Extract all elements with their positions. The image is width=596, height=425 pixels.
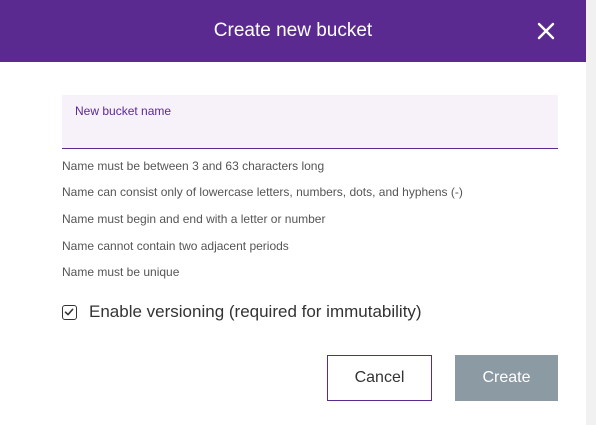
dialog-header: Create new bucket — [0, 0, 586, 62]
backdrop — [586, 0, 596, 425]
close-icon — [537, 22, 555, 40]
close-button[interactable] — [532, 17, 560, 45]
create-button[interactable]: Create — [455, 355, 558, 401]
checkmark-icon — [64, 308, 74, 315]
rule-unique: Name must be unique — [62, 265, 180, 279]
rule-length: Name must be between 3 and 63 characters… — [62, 159, 325, 173]
create-bucket-dialog: Create new bucket New bucket name Name m… — [0, 0, 586, 425]
rule-adjacent-periods: Name cannot contain two adjacent periods — [62, 239, 289, 253]
rule-begin-end: Name must begin and end with a letter or… — [62, 212, 326, 226]
versioning-checkbox[interactable] — [62, 304, 77, 320]
dialog-title: Create new bucket — [213, 20, 373, 41]
bucket-name-input[interactable] — [74, 121, 544, 143]
rule-characters: Name can consist only of lowercase lette… — [62, 185, 463, 199]
versioning-label: Enable versioning (required for immutabi… — [89, 302, 422, 321]
versioning-row[interactable]: Enable versioning (required for immutabi… — [62, 300, 422, 324]
bucket-name-label: New bucket name — [75, 104, 172, 118]
bucket-name-field[interactable]: New bucket name — [62, 95, 558, 149]
cancel-button[interactable]: Cancel — [327, 355, 432, 401]
